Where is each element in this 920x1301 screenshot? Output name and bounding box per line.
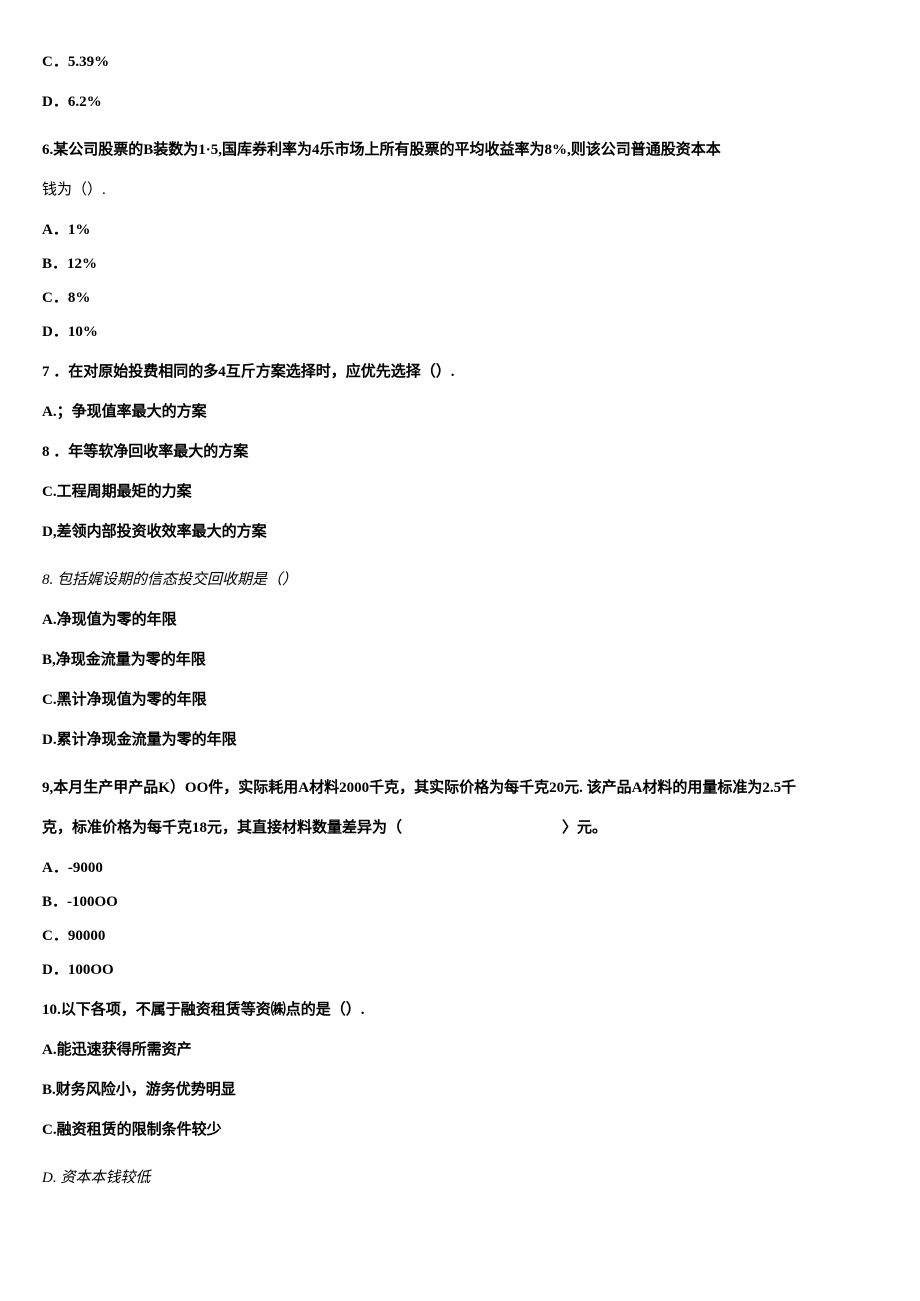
q8-option-c: C.黑计净现值为零的年限 [42, 688, 878, 712]
q10-option-b: B.财务风险小，游务优势明显 [42, 1078, 878, 1102]
q10-option-c: C.融资租赁的限制条件较少 [42, 1118, 878, 1142]
q9-option-d: D．100OO [42, 958, 878, 982]
q5-option-c: C．5.39% [42, 50, 878, 74]
q9-option-b: B．-100OO [42, 890, 878, 914]
q8-stem: 8. 包括娓设期的信态投交回收期是（） [42, 568, 878, 592]
q10-option-d: D. 资本本钱较低 [42, 1166, 878, 1190]
q9-option-a: A．-9000 [42, 856, 878, 880]
q10-stem: 10.以下各项，不属于融资租赁等资㈱点的是（）. [42, 998, 878, 1022]
q6-option-b: B．12% [42, 252, 878, 276]
q7-option-b: 8 ．年等软净回收率最大的方案 [42, 440, 878, 464]
q5-option-d: D．6.2% [42, 90, 878, 114]
q6-option-d: D．10% [42, 320, 878, 344]
q9-option-c: C．90000 [42, 924, 878, 948]
q6-option-c: C．8% [42, 286, 878, 310]
q8-option-d: D.累计净现金流量为零的年限 [42, 728, 878, 752]
q8-option-b: B,净现金流量为零的年限 [42, 648, 878, 672]
q6-stem-line2: 钱为（）. [42, 178, 878, 202]
q9-stem-line1: 9,本月生产甲产品K）OO件，实际耗用A材料2000千克，其实际价格为每千克20… [42, 776, 878, 800]
q7-stem: 7 ．在对原始投费相同的多4互斤方案选择时，应优先选择（）. [42, 360, 878, 384]
q9-stem-line2: 克，标准价格为每千克18元，其直接材料数量差异为（ 〉元。 [42, 816, 878, 840]
q8-option-a: A.净现值为零的年限 [42, 608, 878, 632]
q6-stem-line1: 6.某公司股票的B装数为1·5,国库券利率为4乐市场上所有股票的平均收益率为8%… [42, 138, 878, 162]
q9-stem-line2-right: 〉元。 [562, 816, 607, 840]
q6-option-a: A．1% [42, 218, 878, 242]
q9-stem-line2-left: 克，标准价格为每千克18元，其直接材料数量差异为（ [42, 820, 402, 836]
q10-option-a: A.能迅速获得所需资产 [42, 1038, 878, 1062]
q7-option-a: A.；争现值率最大的方案 [42, 400, 878, 424]
q7-option-c: C.工程周期最矩的力案 [42, 480, 878, 504]
q7-option-d: D,差领内部投资收效率最大的方案 [42, 520, 878, 544]
